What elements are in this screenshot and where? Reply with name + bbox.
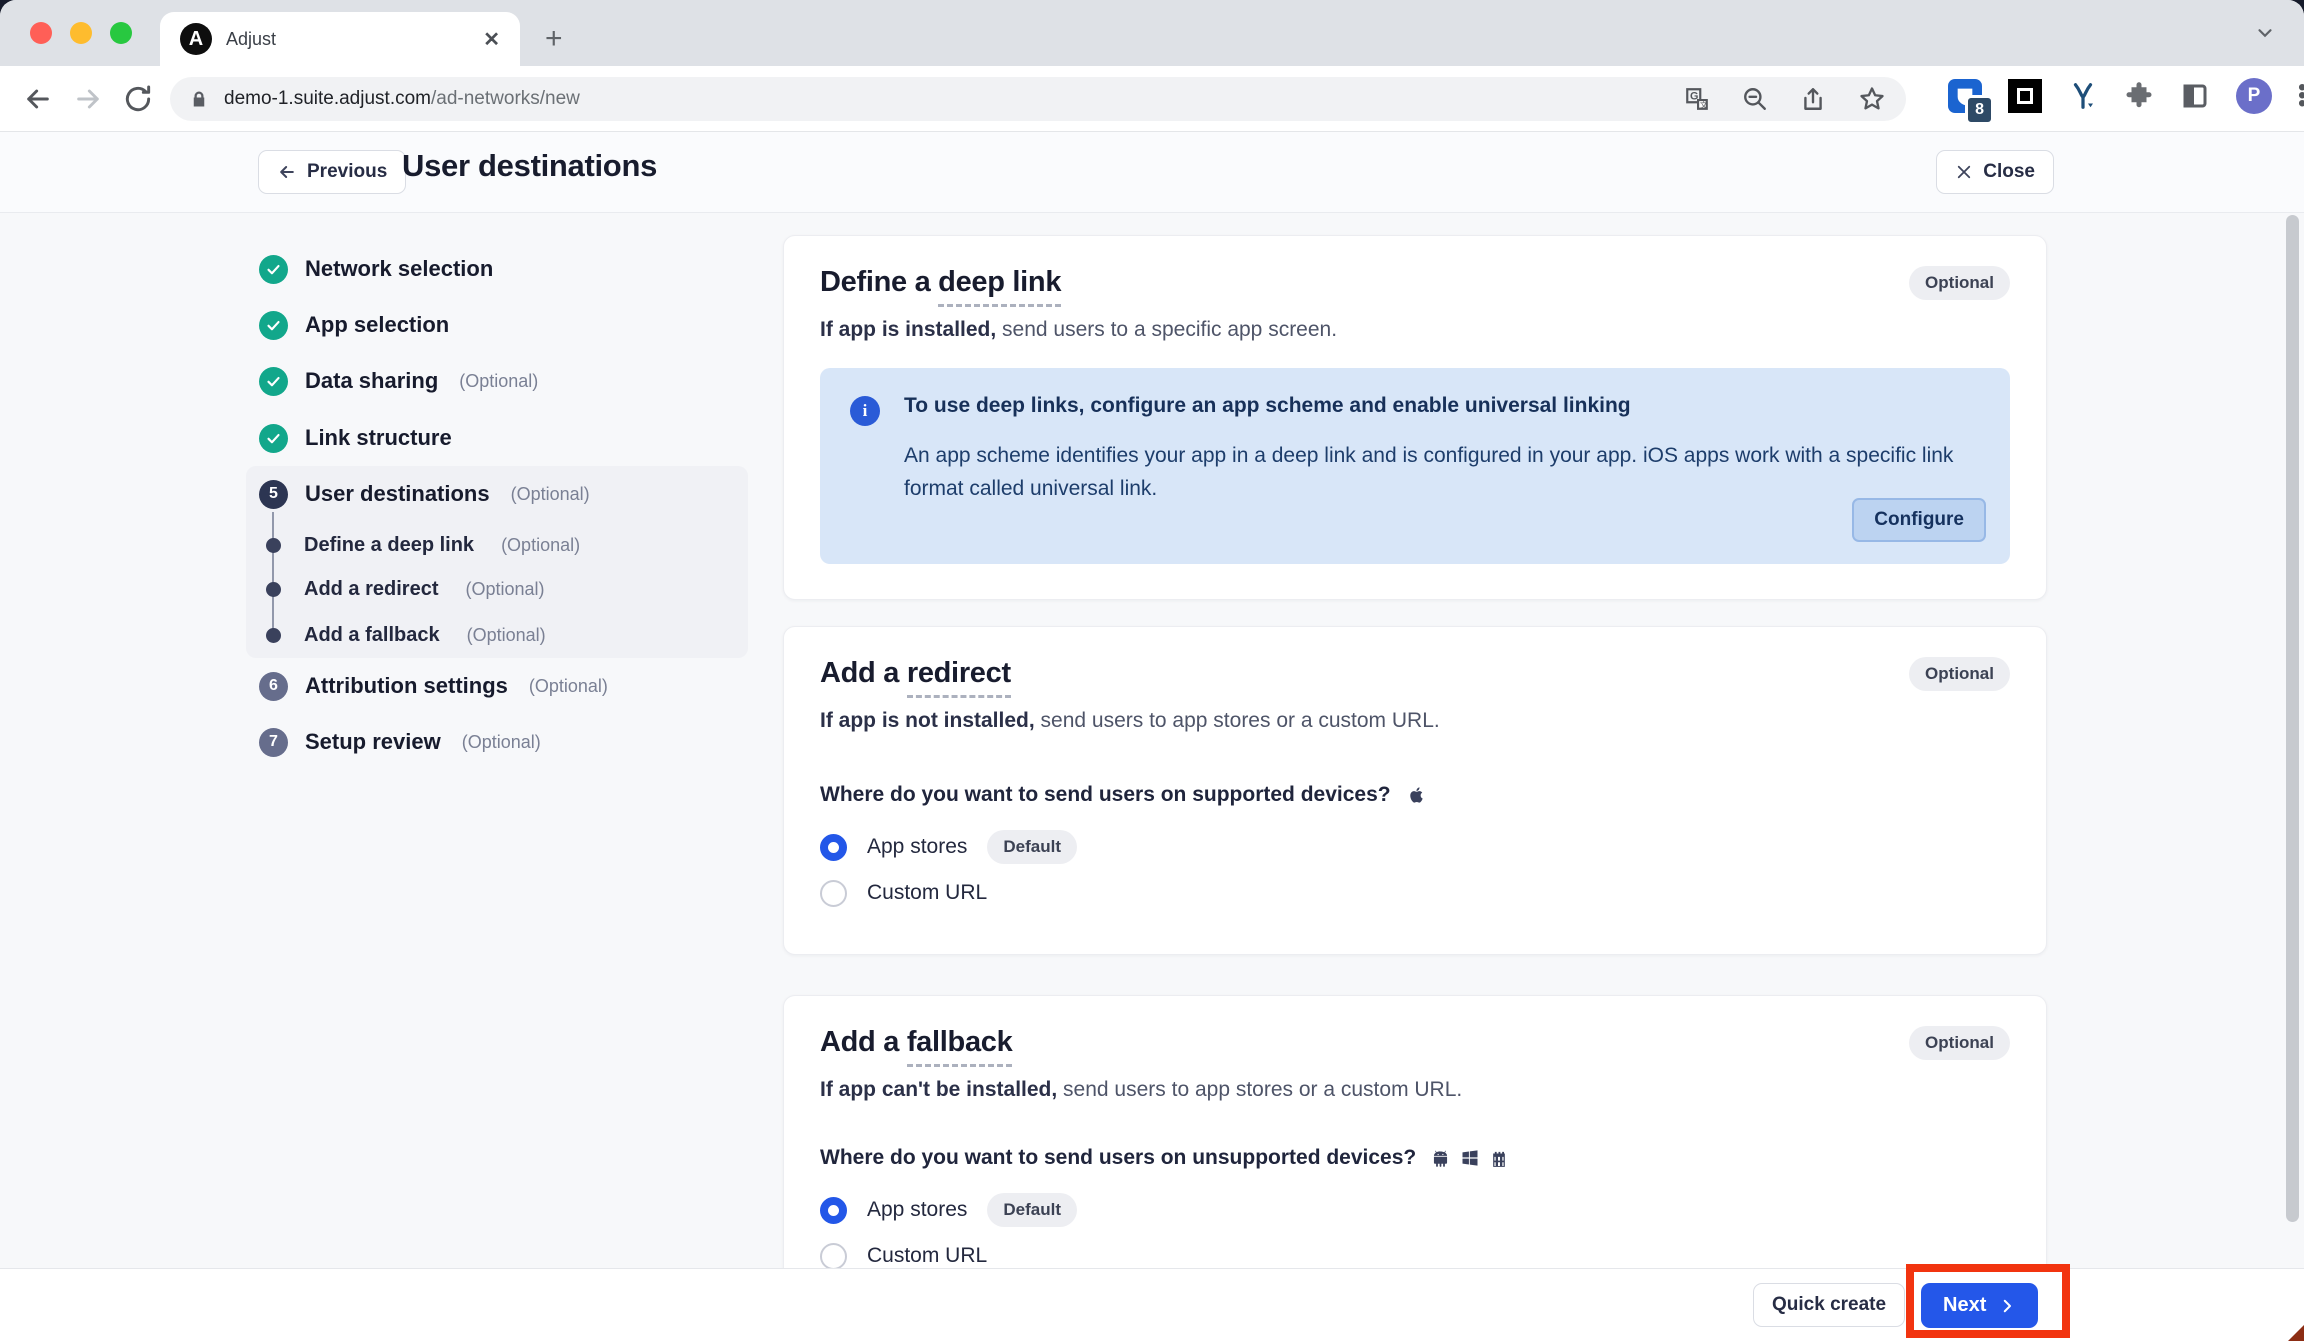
new-tab-icon[interactable]: + xyxy=(545,24,563,54)
translate-icon[interactable]: G文 xyxy=(1684,86,1710,112)
profile-avatar[interactable]: P xyxy=(2236,78,2272,114)
fork-extension-icon[interactable] xyxy=(2068,81,2098,111)
annotation-highlight-box xyxy=(1906,1264,2070,1338)
vertical-scrollbar-thumb[interactable] xyxy=(2286,215,2299,1222)
page-title: User destinations xyxy=(402,148,657,184)
windows-icon xyxy=(1460,1148,1480,1168)
radio-selected-icon[interactable] xyxy=(820,834,847,861)
fallback-card-title: Add a fallback xyxy=(820,1026,1012,1059)
minimize-window-icon[interactable] xyxy=(70,22,92,44)
site-security-lock-icon[interactable] xyxy=(190,89,208,109)
radio-unselected-icon[interactable] xyxy=(820,1243,847,1270)
arrow-left-icon xyxy=(277,162,297,182)
fallback-card: Add a fallback Optional If app can't be … xyxy=(783,995,2047,1290)
substep-add-a-fallback[interactable]: Add a fallback(Optional) xyxy=(266,617,546,653)
step-user-destinations[interactable]: 5 User destinations(Optional) xyxy=(259,472,590,516)
browser-window: A Adjust ✕ + demo-1.suite.adjust.com/ad-… xyxy=(0,0,2304,1341)
tab-strip: A Adjust ✕ + xyxy=(0,0,2304,66)
step-done-check-icon xyxy=(259,367,288,396)
zoom-window-icon[interactable] xyxy=(110,22,132,44)
banner-heading: To use deep links, configure an app sche… xyxy=(904,394,1631,418)
step-done-check-icon xyxy=(259,255,288,284)
step-done-check-icon xyxy=(259,424,288,453)
step-setup-review[interactable]: 7 Setup review(Optional) xyxy=(259,720,541,764)
substep-dot-icon xyxy=(266,582,281,597)
step-network-selection[interactable]: Network selection xyxy=(259,247,514,291)
deep-link-info-banner: i To use deep links, configure an app sc… xyxy=(820,368,2010,564)
redirect-question: Where do you want to send users on suppo… xyxy=(820,783,2010,807)
fallback-question: Where do you want to send users on unsup… xyxy=(820,1146,2010,1170)
substep-add-a-redirect[interactable]: Add a redirect(Optional) xyxy=(266,571,545,607)
radio-selected-icon[interactable] xyxy=(820,1197,847,1224)
apple-icon xyxy=(1405,783,1427,807)
svg-text:文: 文 xyxy=(1700,99,1708,109)
deep-link-card: Define a deep link Optional If app is in… xyxy=(783,235,2047,600)
banner-body: An app scheme identifies your app in a d… xyxy=(904,440,1980,505)
default-badge: Default xyxy=(987,1193,1077,1227)
step-number-badge: 6 xyxy=(259,672,288,701)
close-button[interactable]: Close xyxy=(1936,150,2054,194)
deep-link-card-lead: If app is installed, send users to a spe… xyxy=(820,318,2010,342)
zoom-icon[interactable] xyxy=(1742,86,1768,112)
info-icon: i xyxy=(850,396,880,426)
substep-dot-icon xyxy=(266,628,281,643)
window-controls xyxy=(30,22,132,44)
default-badge: Default xyxy=(987,830,1077,864)
browser-menu-icon[interactable]: ••• xyxy=(2298,84,2304,108)
back-icon[interactable] xyxy=(22,83,54,115)
password-extension-icon[interactable]: 8 xyxy=(1948,79,1982,113)
redirect-option-app-stores[interactable]: App stores Default xyxy=(820,831,2010,863)
deep-link-card-title: Define a deep link xyxy=(820,266,1061,299)
tab-close-icon[interactable]: ✕ xyxy=(483,27,500,52)
redirect-card-title: Add a redirect xyxy=(820,657,1011,690)
close-icon xyxy=(1955,163,1973,181)
tab-search-chevron-icon[interactable] xyxy=(2254,22,2276,44)
share-icon[interactable] xyxy=(1800,86,1826,112)
step-done-check-icon xyxy=(259,311,288,340)
fallback-card-lead: If app can't be installed, send users to… xyxy=(820,1078,2010,1102)
extensions-puzzle-icon[interactable] xyxy=(2124,81,2154,111)
android-icon xyxy=(1430,1148,1451,1169)
step-app-selection[interactable]: App selection xyxy=(259,303,470,347)
redirect-card-lead: If app is not installed, send users to a… xyxy=(820,709,2010,733)
browser-tab[interactable]: A Adjust ✕ xyxy=(160,12,520,66)
radio-unselected-icon[interactable] xyxy=(820,880,847,907)
quick-create-button[interactable]: Quick create xyxy=(1753,1283,1905,1327)
optional-badge: Optional xyxy=(1909,266,2010,300)
url-text: demo-1.suite.adjust.com/ad-networks/new xyxy=(224,88,580,110)
forward-icon[interactable] xyxy=(72,83,104,115)
dark-square-extension-icon[interactable] xyxy=(2008,79,2042,113)
bookmark-star-icon[interactable] xyxy=(1858,85,1886,113)
adjust-favicon-icon: A xyxy=(180,23,212,55)
step-number-badge: 5 xyxy=(259,480,288,509)
tab-title: Adjust xyxy=(226,29,469,50)
configure-button[interactable]: Configure xyxy=(1852,498,1986,542)
previous-button[interactable]: Previous xyxy=(258,150,406,194)
step-attribution-settings[interactable]: 6 Attribution settings(Optional) xyxy=(259,664,608,708)
extension-badge: 8 xyxy=(1965,95,1994,125)
redirect-card: Add a redirect Optional If app is not in… xyxy=(783,626,2047,955)
redirect-option-custom-url[interactable]: Custom URL xyxy=(820,877,2010,909)
reload-icon[interactable] xyxy=(122,83,154,115)
optional-badge: Optional xyxy=(1909,657,2010,691)
substep-define-a-deep-link[interactable]: Define a deep link(Optional) xyxy=(266,527,580,563)
step-link-structure[interactable]: Link structure xyxy=(259,416,473,460)
fallback-option-app-stores[interactable]: App stores Default xyxy=(820,1194,2010,1226)
app-store-building-icon xyxy=(1489,1148,1509,1169)
optional-badge: Optional xyxy=(1909,1026,2010,1060)
substep-dot-icon xyxy=(266,538,281,553)
url-bar[interactable]: demo-1.suite.adjust.com/ad-networks/new … xyxy=(170,77,1906,121)
step-number-badge: 7 xyxy=(259,728,288,757)
step-data-sharing[interactable]: Data sharing(Optional) xyxy=(259,359,538,403)
close-window-icon[interactable] xyxy=(30,22,52,44)
side-panel-icon[interactable] xyxy=(2180,81,2210,111)
